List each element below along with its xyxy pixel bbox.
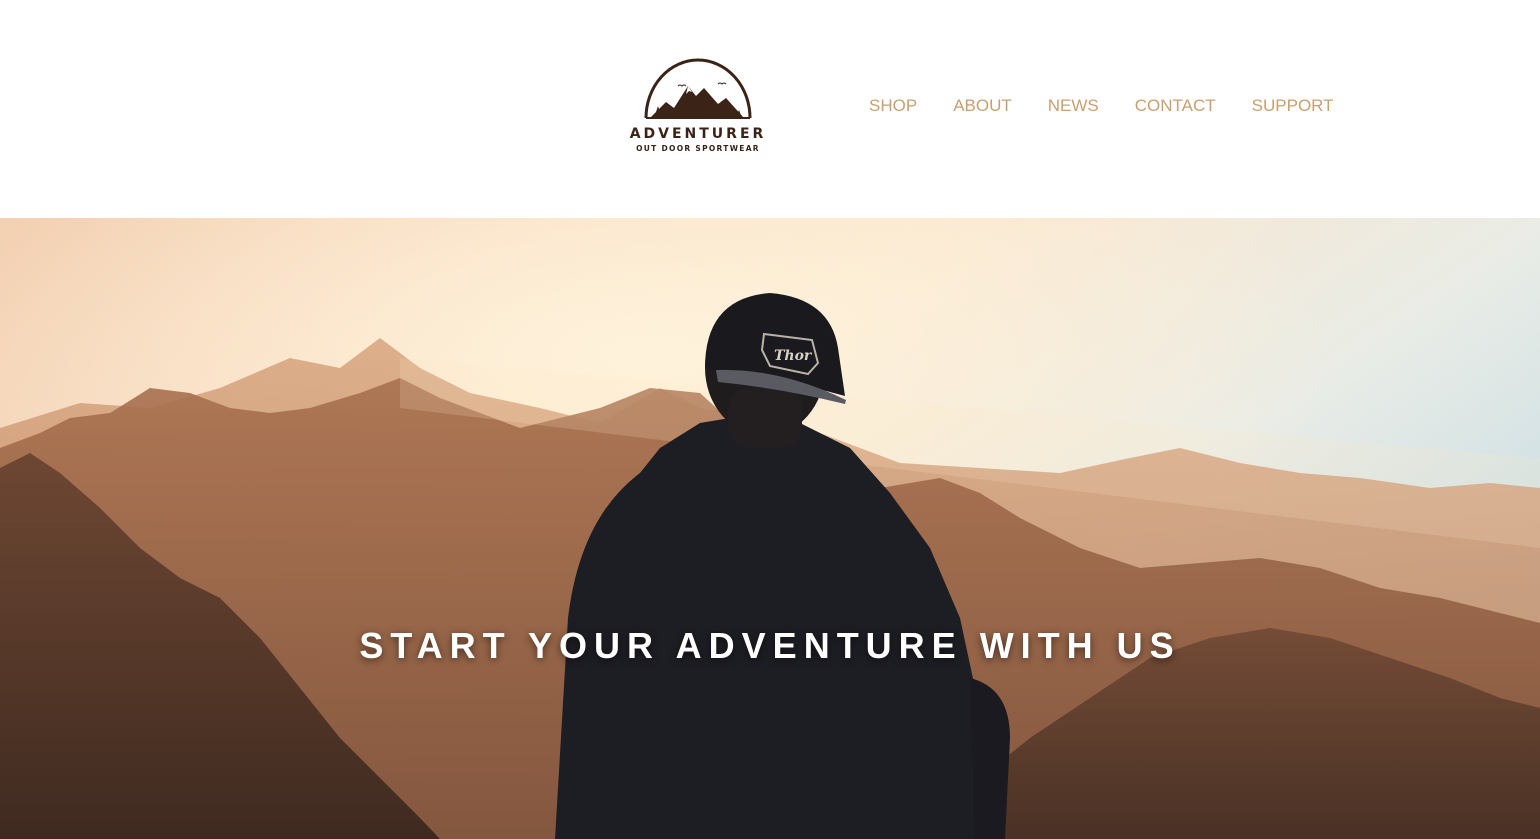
logo-tagline: OUT DOOR SPORTWEAR [636,144,760,153]
main-nav: SHOP ABOUT NEWS CONTACT SUPPORT [869,96,1334,116]
nav-item-contact[interactable]: CONTACT [1135,96,1216,116]
nav-item-shop[interactable]: SHOP [869,96,917,116]
hero-title: START YOUR ADVENTURE WITH US [359,625,1181,666]
nav-item-support[interactable]: SUPPORT [1252,96,1334,116]
nav-item-about[interactable]: ABOUT [953,96,1012,116]
mountain-logo-icon [644,58,752,119]
logo-name: ADVENTURER [629,126,767,142]
nav-item-news[interactable]: NEWS [1048,96,1099,116]
hero-background-image: Thor [0,218,1540,839]
site-header: ADVENTURER OUT DOOR SPORTWEAR SHOP ABOUT… [0,0,1540,218]
brand-logo[interactable]: ADVENTURER OUT DOOR SPORTWEAR [624,56,772,156]
hero-banner: Thor START YOUR ADVENTURE WITH US [0,218,1540,839]
cap-logo-text: Thor [774,348,813,364]
